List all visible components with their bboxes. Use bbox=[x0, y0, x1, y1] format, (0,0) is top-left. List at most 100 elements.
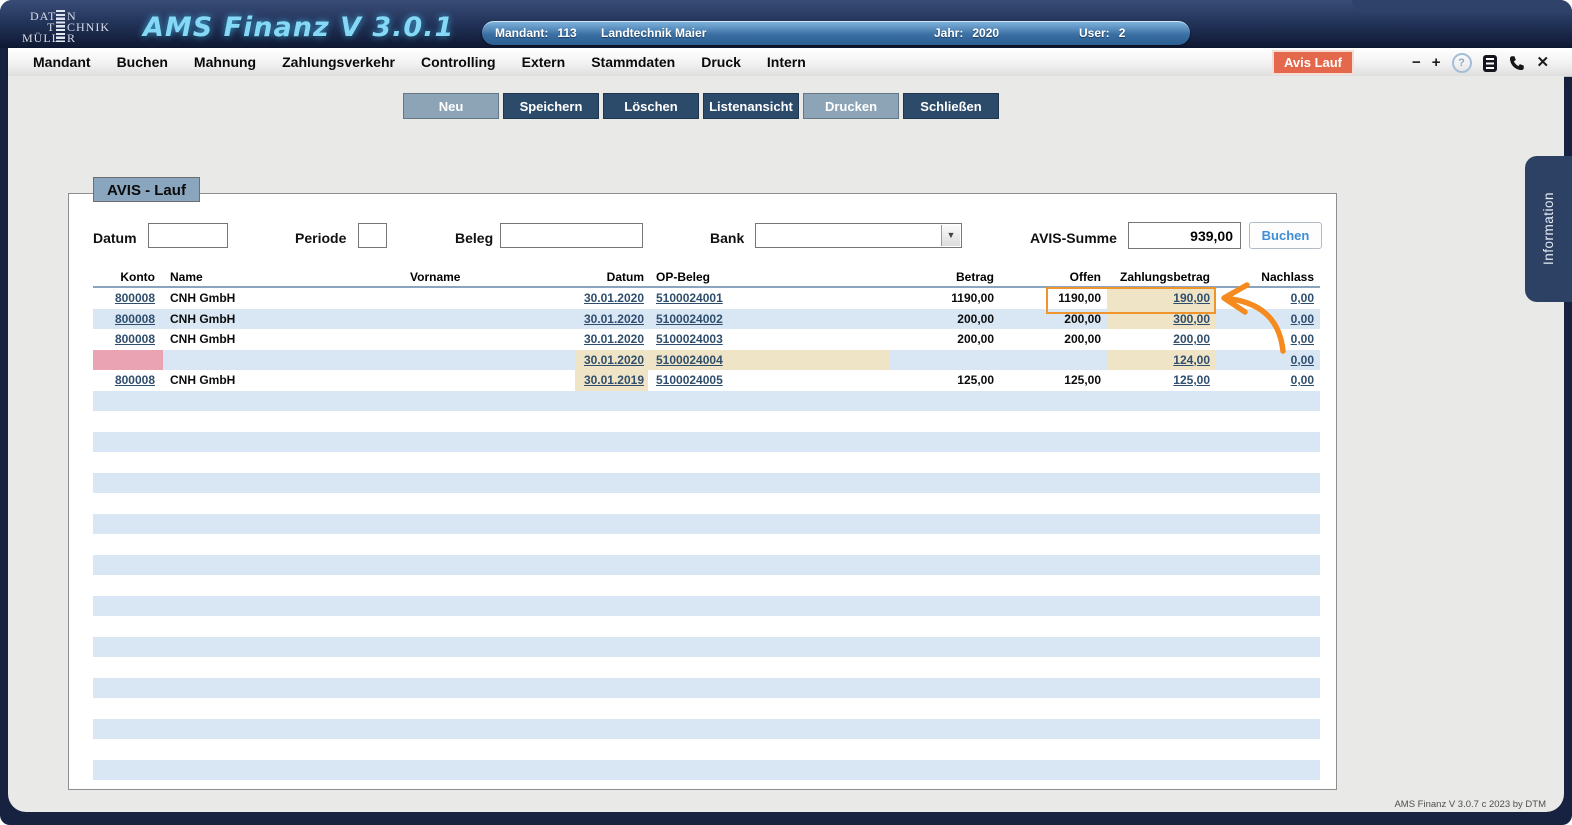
periode-input[interactable] bbox=[358, 223, 387, 248]
cell-link-nachlass[interactable]: 0,00 bbox=[1291, 291, 1314, 305]
menu-item-druck[interactable]: Druck bbox=[701, 54, 741, 70]
cell-vorname-empty bbox=[405, 350, 575, 371]
toolbar-button-löschen[interactable]: Löschen bbox=[603, 93, 699, 119]
menu-item-buchen[interactable]: Buchen bbox=[117, 54, 168, 70]
cell-link-nachlass[interactable]: 0,00 bbox=[1291, 353, 1314, 367]
cell-konto: 800008 bbox=[93, 288, 163, 309]
table-row-empty bbox=[93, 514, 1320, 535]
cell-name-empty bbox=[163, 350, 405, 371]
cell-gap-empty bbox=[760, 309, 890, 330]
table-row: 800008CNH GmbH30.01.202051000240011190,0… bbox=[93, 288, 1320, 309]
menu-item-extern[interactable]: Extern bbox=[522, 54, 566, 70]
col-header-nachlass: Nachlass bbox=[1240, 268, 1320, 286]
table-row-empty bbox=[93, 596, 1320, 617]
cell-offen: 125,00 bbox=[1000, 370, 1107, 391]
table-row-empty bbox=[93, 637, 1320, 658]
table-body: 800008 CNH GmbH 30.01.2020 5100024001 1190,0… bbox=[93, 288, 1320, 780]
cell-gap2-empty bbox=[1216, 370, 1240, 391]
cell-link-datum[interactable]: 30.01.2020 bbox=[584, 332, 644, 346]
phone-icon[interactable] bbox=[1508, 54, 1526, 72]
avis-summe-input[interactable] bbox=[1128, 222, 1241, 249]
table-row: 800008CNH GmbH30.01.20195100024005125,00… bbox=[93, 370, 1320, 391]
cell-link-zahlungsbetrag[interactable]: 125,00 bbox=[1173, 373, 1210, 387]
buchen-button[interactable]: Buchen bbox=[1249, 222, 1322, 249]
cell-datum: 30.01.2020 bbox=[575, 309, 648, 330]
bank-select[interactable]: ▼ bbox=[755, 223, 962, 248]
cell-zahlungsbetrag: 300,00 bbox=[1107, 309, 1216, 330]
table-row-empty bbox=[93, 657, 1320, 678]
cell-link-datum[interactable]: 30.01.2020 bbox=[584, 353, 644, 367]
cell-konto-empty bbox=[93, 350, 163, 371]
col-header-op_beleg: OP-Beleg bbox=[648, 268, 760, 286]
cell-zahlungsbetrag: 190,00 bbox=[1107, 288, 1216, 309]
window-controls: − + ? ✕ bbox=[1412, 52, 1549, 74]
cell-name: CNH GmbH bbox=[163, 309, 405, 330]
cell-datum: 30.01.2020 bbox=[575, 350, 648, 371]
close-icon[interactable]: ✕ bbox=[1537, 52, 1550, 74]
information-side-tab[interactable]: Information bbox=[1525, 156, 1572, 302]
menu-item-mahnung[interactable]: Mahnung bbox=[194, 54, 256, 70]
toolbar-button-schließen[interactable]: Schließen bbox=[903, 93, 999, 119]
cell-link-op_beleg[interactable]: 5100024005 bbox=[656, 373, 723, 387]
titlebar-corner-accent bbox=[1352, 0, 1572, 15]
cell-link-konto[interactable]: 800008 bbox=[115, 291, 155, 305]
cell-link-konto[interactable]: 800008 bbox=[115, 332, 155, 346]
cell-nachlass: 0,00 bbox=[1240, 329, 1320, 350]
menu-item-zahlungsverkehr[interactable]: Zahlungsverkehr bbox=[282, 54, 395, 70]
cell-nachlass: 0,00 bbox=[1240, 288, 1320, 309]
cell-link-nachlass[interactable]: 0,00 bbox=[1291, 332, 1314, 346]
cell-link-konto[interactable]: 800008 bbox=[115, 373, 155, 387]
cell-link-zahlungsbetrag[interactable]: 300,00 bbox=[1173, 312, 1210, 326]
version-footer: AMS Finanz V 3.0.7 c 2023 by DTM bbox=[1394, 799, 1546, 810]
toolbar-button-neu[interactable]: Neu bbox=[403, 93, 499, 119]
datum-input[interactable] bbox=[148, 223, 228, 248]
toolbar-button-speichern[interactable]: Speichern bbox=[503, 93, 599, 119]
cell-vorname-empty bbox=[405, 329, 575, 350]
cell-link-zahlungsbetrag[interactable]: 200,00 bbox=[1173, 332, 1210, 346]
document-icon[interactable] bbox=[1483, 55, 1497, 72]
cell-link-datum[interactable]: 30.01.2019 bbox=[584, 373, 644, 387]
panel-title: AVIS - Lauf bbox=[93, 177, 200, 202]
menu-item-mandant[interactable]: Mandant bbox=[33, 54, 91, 70]
cell-betrag: 125,00 bbox=[890, 370, 1000, 391]
cell-link-op_beleg[interactable]: 5100024002 bbox=[656, 312, 723, 326]
active-module-badge: Avis Lauf bbox=[1272, 50, 1354, 75]
menu-item-intern[interactable]: Intern bbox=[767, 54, 806, 70]
beleg-input[interactable] bbox=[500, 223, 643, 248]
cell-nachlass: 0,00 bbox=[1240, 350, 1320, 371]
cell-betrag-empty bbox=[890, 350, 1000, 371]
cell-link-konto[interactable]: 800008 bbox=[115, 312, 155, 326]
menu-item-stammdaten[interactable]: Stammdaten bbox=[591, 54, 675, 70]
toolbar-button-listenansicht[interactable]: Listenansicht bbox=[703, 93, 799, 119]
cell-link-nachlass[interactable]: 0,00 bbox=[1291, 373, 1314, 387]
help-icon[interactable]: ? bbox=[1452, 53, 1472, 73]
title-bar: DAT N T CHNIK MÜLL R AMS Finanz V 3.0.1 … bbox=[0, 0, 1572, 48]
logo-ladder-icon bbox=[56, 10, 65, 42]
datum-label: Datum bbox=[93, 226, 137, 250]
status-mandant-name: Landtechnik Maier bbox=[601, 22, 706, 45]
cell-link-zahlungsbetrag[interactable]: 124,00 bbox=[1173, 353, 1210, 367]
cell-link-datum[interactable]: 30.01.2020 bbox=[584, 291, 644, 305]
cell-link-op_beleg[interactable]: 5100024003 bbox=[656, 332, 723, 346]
cell-gap2-empty bbox=[1216, 309, 1240, 330]
cell-link-nachlass[interactable]: 0,00 bbox=[1291, 312, 1314, 326]
toolbar-button-drucken[interactable]: Drucken bbox=[803, 93, 899, 119]
table-row-empty bbox=[93, 411, 1320, 432]
table-row-empty bbox=[93, 760, 1320, 781]
table-row: 800008CNH GmbH30.01.20205100024003200,00… bbox=[93, 329, 1320, 350]
table-row-empty bbox=[93, 391, 1320, 412]
minimize-icon[interactable]: − bbox=[1412, 52, 1421, 74]
cell-link-zahlungsbetrag[interactable]: 190,00 bbox=[1173, 291, 1210, 305]
col-header-offen: Offen bbox=[1000, 268, 1107, 286]
table-header: KontoNameVornameDatumOP-BelegBetragOffen… bbox=[93, 268, 1320, 288]
menu-item-controlling[interactable]: Controlling bbox=[421, 54, 496, 70]
chevron-down-icon[interactable]: ▼ bbox=[941, 225, 960, 246]
maximize-icon[interactable]: + bbox=[1432, 52, 1441, 74]
cell-link-op_beleg[interactable]: 5100024001 bbox=[656, 291, 723, 305]
bank-label: Bank bbox=[710, 226, 744, 250]
cell-offen: 1190,00 bbox=[1000, 288, 1107, 309]
cell-zahlungsbetrag: 124,00 bbox=[1107, 350, 1216, 371]
cell-link-op_beleg[interactable]: 5100024004 bbox=[656, 353, 723, 367]
cell-nachlass: 0,00 bbox=[1240, 309, 1320, 330]
cell-link-datum[interactable]: 30.01.2020 bbox=[584, 312, 644, 326]
